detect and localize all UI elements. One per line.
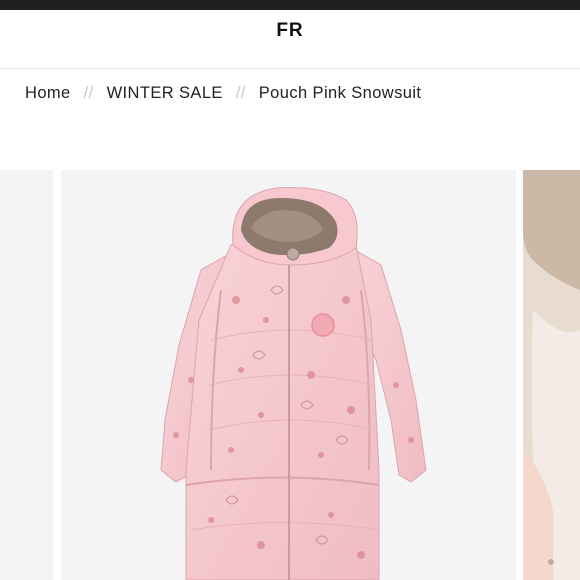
gallery-next-image[interactable] xyxy=(523,170,580,580)
next-image-preview xyxy=(523,170,580,580)
breadcrumb-home[interactable]: Home xyxy=(25,84,71,102)
language-toggle[interactable]: FR xyxy=(0,20,580,42)
site-header: FR xyxy=(0,10,580,69)
top-bar xyxy=(0,0,580,10)
breadcrumb-separator: // xyxy=(235,84,246,102)
breadcrumb-winter-sale[interactable]: WINTER SALE xyxy=(107,84,223,102)
breadcrumb-current: Pouch Pink Snowsuit xyxy=(258,84,422,102)
gallery-previous-image[interactable] xyxy=(0,170,53,580)
breadcrumb-separator: // xyxy=(83,84,94,102)
snowsuit-illustration xyxy=(160,187,427,580)
product-gallery xyxy=(0,170,580,580)
product-main-image[interactable] xyxy=(61,170,516,580)
breadcrumb: Home // WINTER SALE // Pouch Pink Snowsu… xyxy=(25,84,421,103)
